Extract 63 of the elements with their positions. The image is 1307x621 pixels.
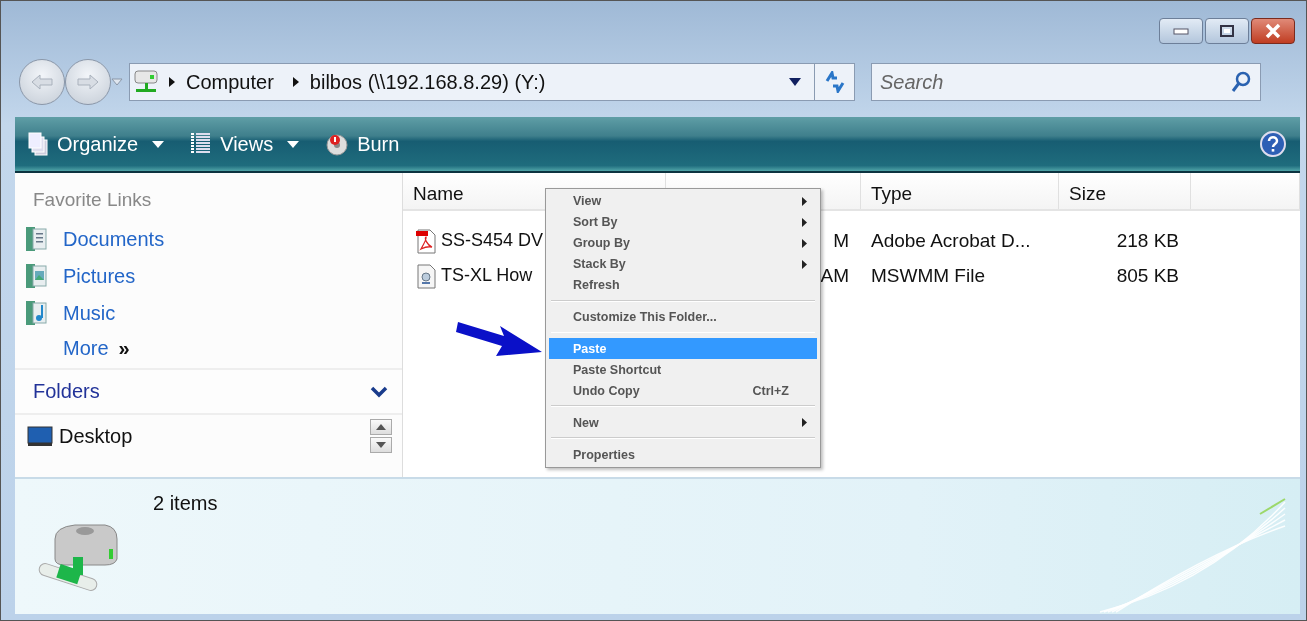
- file-name[interactable]: SS-S454 DV: [441, 230, 544, 251]
- column-header[interactable]: Type: [861, 173, 1059, 209]
- minimize-button[interactable]: [1159, 18, 1203, 44]
- close-button[interactable]: [1251, 18, 1295, 44]
- table-cell-text: Adobe Acrobat D...: [870, 229, 1032, 252]
- desktop-icon: [27, 425, 53, 447]
- menu-item[interactable]: Paste Shortcut: [549, 359, 817, 381]
- folder-tree-item[interactable]: Desktop: [27, 424, 133, 448]
- movie-file-icon: [415, 262, 437, 289]
- table-cell-text: MSWMM File: [870, 264, 986, 287]
- section-heading: Favorite Links: [32, 188, 153, 212]
- pages-icon: [27, 131, 49, 157]
- table-cell: M: [833, 229, 849, 252]
- disc-icon: [325, 132, 350, 156]
- menu-item[interactable]: Sort By: [549, 211, 817, 233]
- documents-folder-icon: [25, 225, 49, 253]
- up-arrow-icon: [376, 424, 386, 430]
- favorite-link[interactable]: Documents: [15, 221, 165, 258]
- favorite-link[interactable]: Music: [15, 295, 116, 332]
- menu-item[interactable]: Customize This Folder...: [549, 306, 817, 328]
- toolbar-button[interactable]: Burn: [321, 130, 404, 158]
- music-folder-icon: [25, 299, 49, 327]
- breadcrumb-link[interactable]: Computer: [176, 70, 284, 94]
- help-icon[interactable]: [1260, 131, 1286, 157]
- list-view-icon: [190, 132, 213, 156]
- menu-item[interactable]: Stack By: [549, 253, 817, 275]
- file-name[interactable]: TS-XL How: [441, 265, 533, 286]
- menu-item[interactable]: Group By: [549, 232, 817, 254]
- breadcrumb-arrow-icon[interactable]: [168, 76, 176, 88]
- breadcrumb-link[interactable]: bilbos (\\192.168.8.29) (Y:): [299, 70, 556, 94]
- table-cell: AM: [820, 264, 849, 287]
- menu-item[interactable]: New: [549, 412, 817, 434]
- address-bar[interactable]: Computer bilbos (\\192.168.8.29) (Y:): [129, 63, 855, 101]
- menu-item[interactable]: Properties: [549, 444, 817, 465]
- toolbar-button[interactable]: Views: [186, 130, 304, 158]
- favorite-link[interactable]: Pictures: [15, 258, 136, 295]
- forward-arrow-icon: [76, 73, 100, 91]
- table-cell-text: 218 KB: [1115, 229, 1180, 252]
- section-heading[interactable]: Folders: [33, 380, 100, 403]
- column-header[interactable]: Size: [1059, 173, 1191, 209]
- maximize-icon: [1219, 24, 1235, 38]
- maximize-button[interactable]: [1205, 18, 1249, 44]
- menu-item[interactable]: Undo Copy Ctrl+Z: [549, 380, 817, 402]
- breadcrumb-arrow-icon[interactable]: [291, 76, 300, 88]
- search-field[interactable]: Search: [871, 63, 1261, 101]
- item-count: 2 items: [153, 492, 218, 516]
- chevron-down-icon[interactable]: [370, 385, 388, 398]
- scroll-up-button[interactable]: [370, 419, 392, 435]
- table-cell-text: 805 KB: [1115, 264, 1180, 287]
- toolbar-button[interactable]: Organize: [23, 129, 169, 159]
- menu-item[interactable]: Refresh: [549, 274, 817, 296]
- caret-icon: [789, 78, 801, 86]
- close-icon: [1264, 23, 1282, 39]
- more-link[interactable]: More: [63, 337, 109, 360]
- minimize-icon: [1173, 27, 1189, 35]
- pictures-folder-icon: [25, 262, 49, 290]
- network-drive-icon: [132, 69, 160, 95]
- back-arrow-icon: [30, 73, 54, 91]
- down-arrow-icon: [376, 442, 386, 448]
- pdf-file-icon: [415, 227, 437, 254]
- scroll-down-button[interactable]: [370, 437, 392, 453]
- search-icon[interactable]: [1231, 71, 1251, 93]
- more-chevron[interactable]: »: [118, 337, 130, 360]
